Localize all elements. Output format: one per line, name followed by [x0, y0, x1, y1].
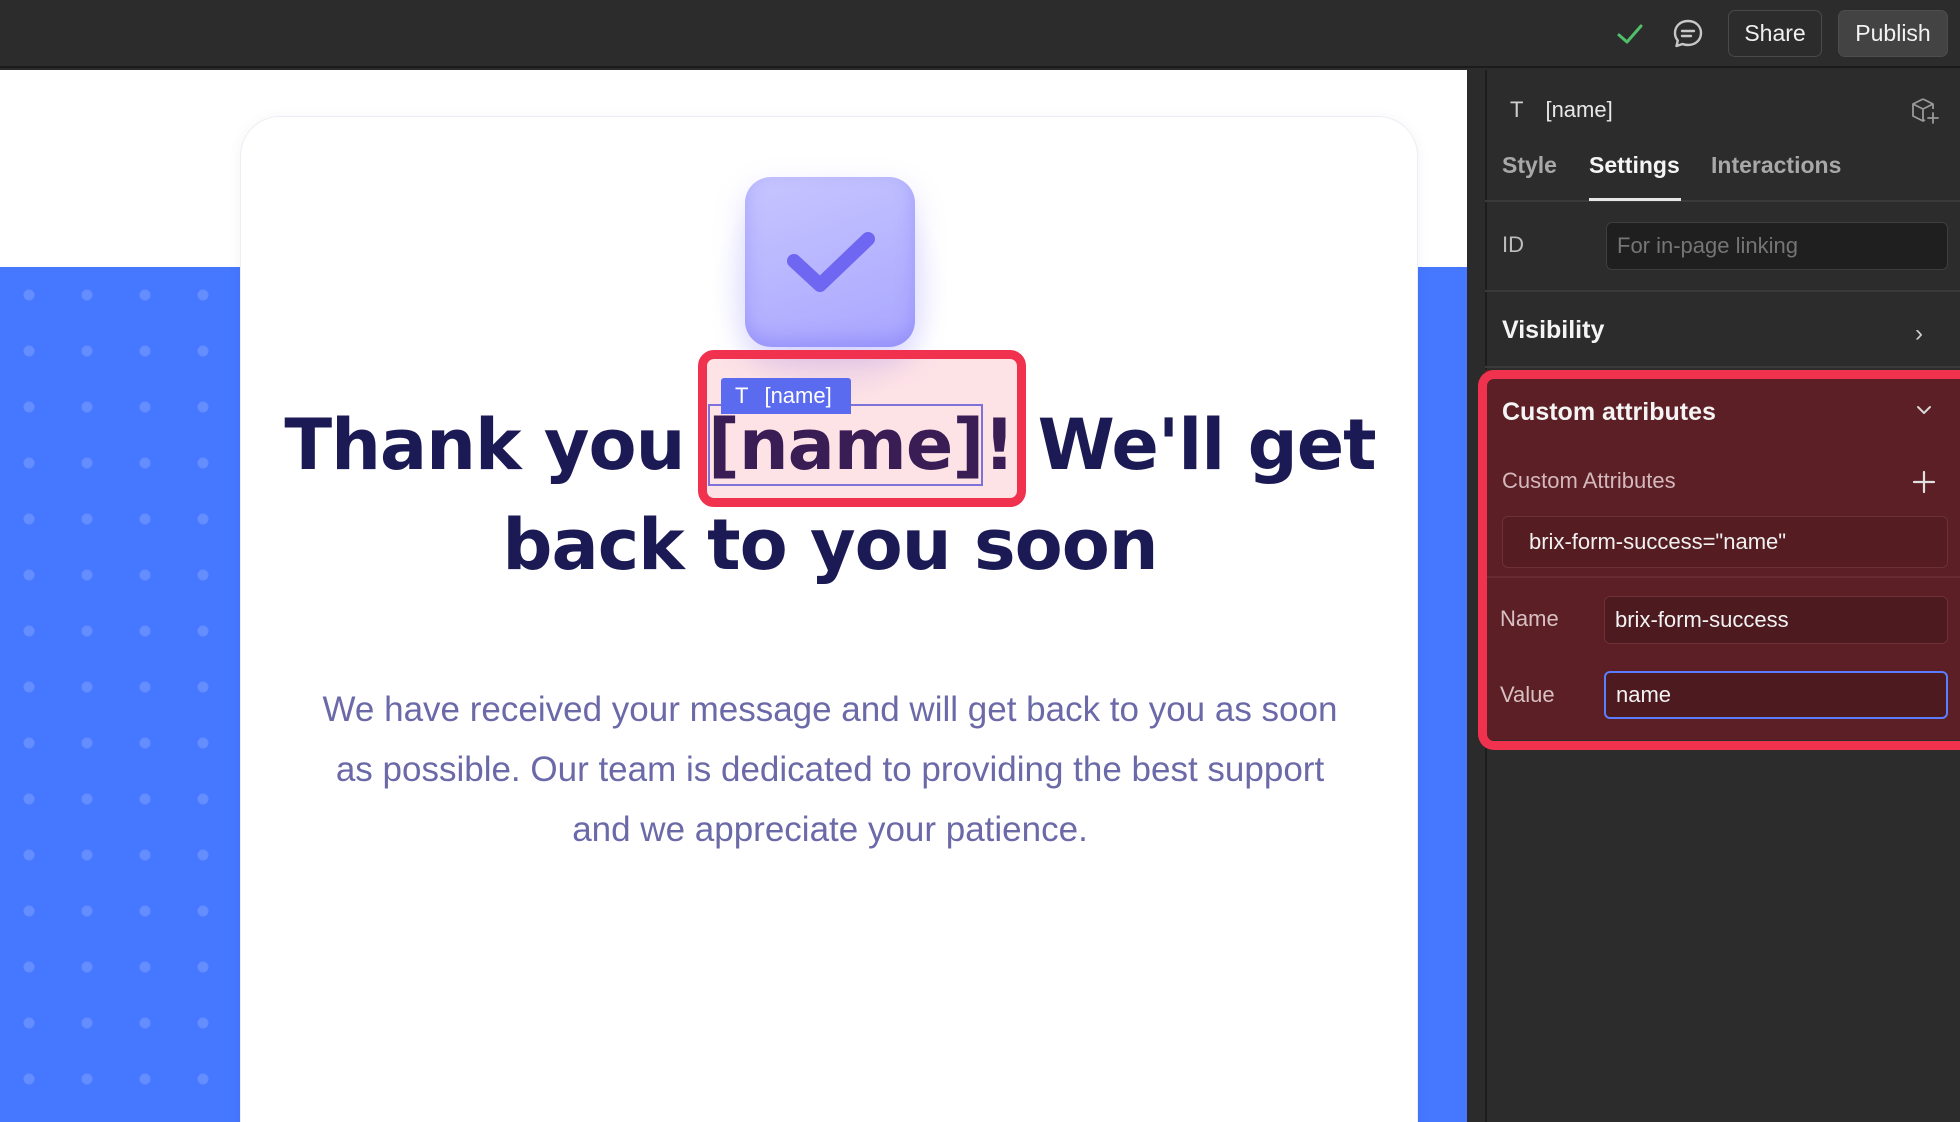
text-type-icon: T [735, 383, 749, 408]
selected-element-name: [name] [1545, 97, 1613, 122]
annotation-highlight-attributes [1478, 370, 1960, 750]
top-bar: Share Publish [0, 0, 1960, 68]
visibility-section-title[interactable]: Visibility [1502, 316, 1604, 345]
annotation-highlight-name [698, 350, 1026, 507]
comment-icon[interactable] [1670, 16, 1706, 52]
check-icon [1617, 24, 1643, 44]
success-message: We have received your message and will g… [322, 690, 1338, 849]
tab-settings[interactable]: Settings [1589, 152, 1680, 179]
selection-label-text: [name] [764, 383, 832, 408]
chevron-right-icon[interactable]: › [1915, 320, 1923, 348]
selection-label: T [name] [721, 378, 851, 414]
tab-interactions[interactable]: Interactions [1711, 152, 1841, 179]
component-icon[interactable] [1910, 96, 1940, 126]
divider [1485, 366, 1960, 368]
active-tab-indicator [1589, 198, 1681, 201]
tab-style[interactable]: Style [1502, 152, 1557, 179]
panel-tabs: Style Settings Interactions [1485, 148, 1960, 202]
divider [1485, 290, 1960, 292]
share-button[interactable]: Share [1728, 10, 1822, 57]
dot-pattern [0, 267, 260, 1122]
id-label: ID [1502, 232, 1524, 257]
heading-text-before: Thank you [284, 404, 708, 486]
id-input[interactable] [1606, 222, 1948, 270]
publish-button[interactable]: Publish [1838, 10, 1948, 57]
success-check-icon [745, 177, 915, 347]
selected-element-header: T [name] [1510, 92, 1613, 128]
text-type-icon: T [1510, 97, 1524, 122]
